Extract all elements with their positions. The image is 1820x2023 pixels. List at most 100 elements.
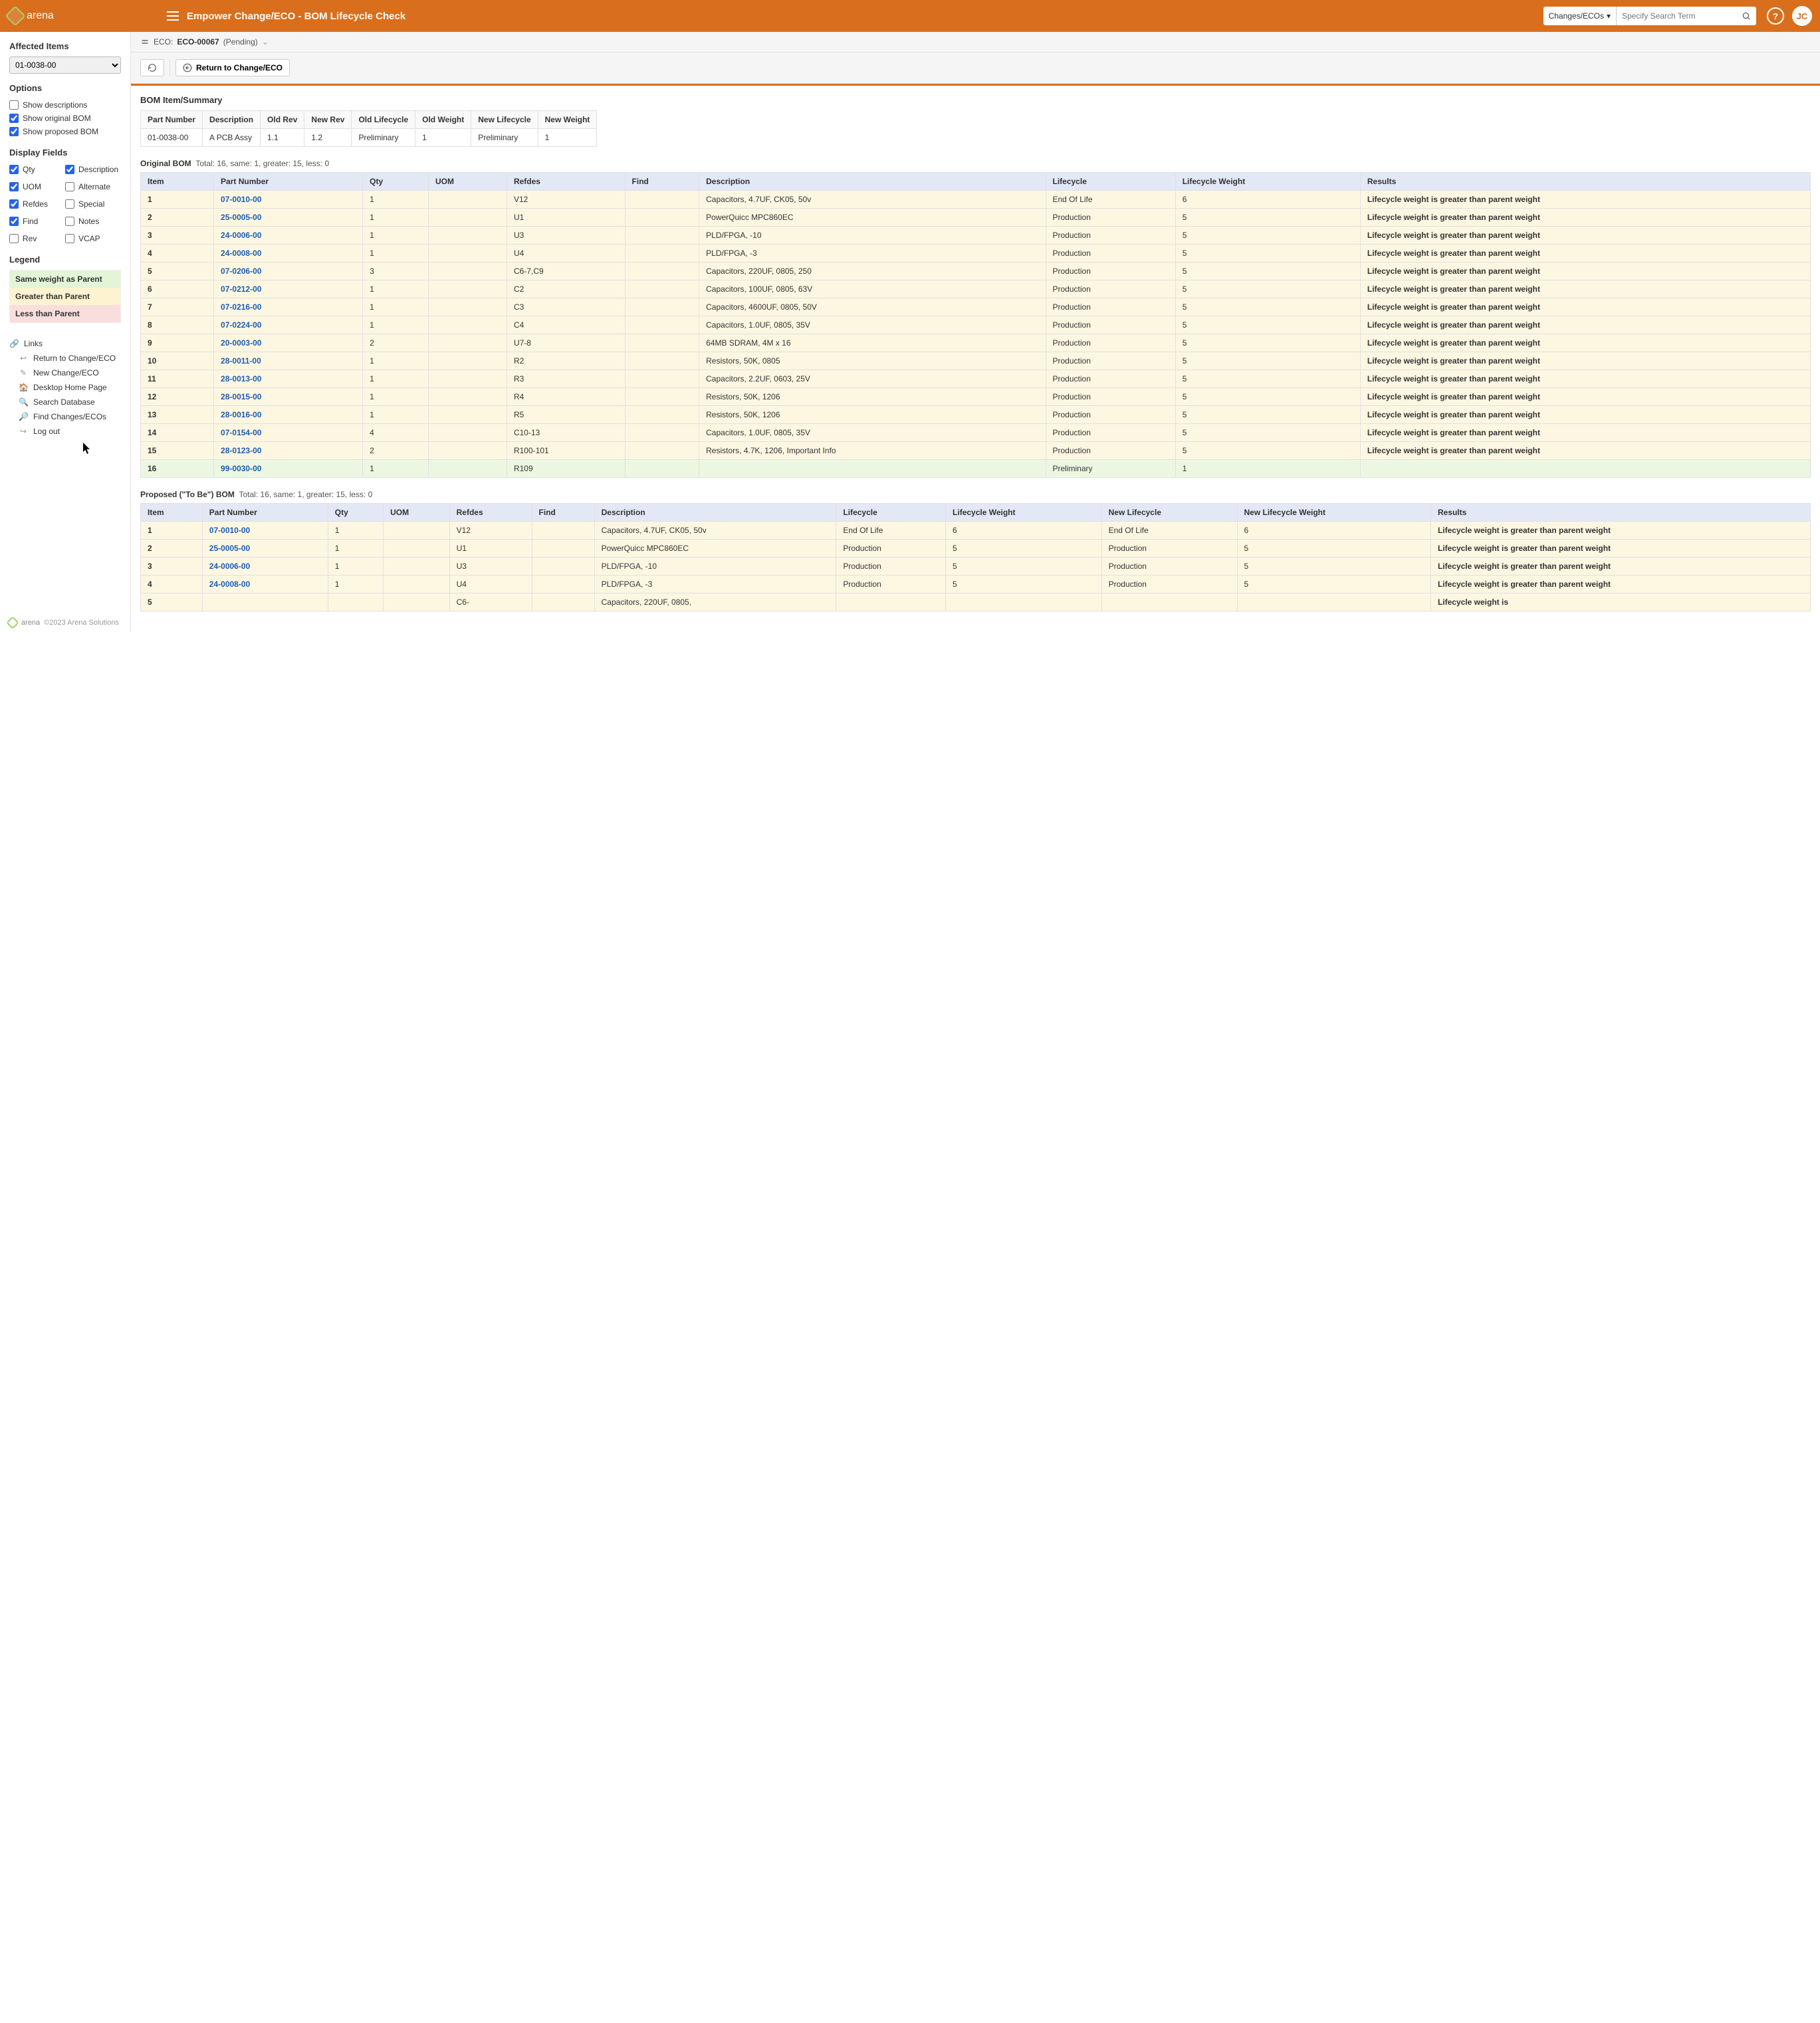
- table-row: 1128-0013-001R3Capacitors, 2.2UF, 0603, …: [141, 370, 1811, 388]
- return-button[interactable]: Return to Change/ECO: [175, 59, 290, 76]
- part-link[interactable]: 28-0123-00: [221, 446, 261, 455]
- field-alternate[interactable]: Alternate: [65, 180, 121, 193]
- legend-same: Same weight as Parent: [10, 270, 120, 288]
- link-icon: 🏠: [19, 383, 28, 392]
- part-link[interactable]: 07-0212-00: [221, 284, 261, 294]
- col-header: Description: [699, 173, 1046, 191]
- col-header: Qty: [328, 504, 383, 522]
- col-header: Item: [141, 504, 203, 522]
- sidebar: Affected Items 01-0038-00 Options Show d…: [0, 32, 131, 633]
- part-link[interactable]: 20-0003-00: [221, 338, 261, 348]
- option-show-descriptions[interactable]: Show descriptions: [9, 98, 121, 112]
- checkbox[interactable]: [9, 114, 19, 123]
- field-uom[interactable]: UOM: [9, 180, 65, 193]
- display-fields: QtyDescriptionUOMAlternateRefdesSpecialF…: [9, 163, 121, 245]
- refresh-button[interactable]: [140, 59, 164, 76]
- search-input[interactable]: [1617, 7, 1736, 25]
- col-header: UOM: [384, 504, 450, 522]
- chevron-down-icon: ▾: [1607, 11, 1611, 21]
- part-link[interactable]: 07-0224-00: [221, 320, 261, 330]
- checkbox[interactable]: [9, 182, 19, 191]
- checkbox[interactable]: [65, 199, 74, 209]
- part-link[interactable]: 07-0206-00: [221, 266, 261, 276]
- brand-logo[interactable]: arena: [8, 9, 54, 23]
- col-header: New Lifecycle: [471, 111, 538, 129]
- link-icon: 🔗: [9, 339, 19, 348]
- field-find[interactable]: Find: [9, 215, 65, 228]
- part-link[interactable]: 28-0013-00: [221, 374, 261, 383]
- checkbox[interactable]: [9, 199, 19, 209]
- part-link[interactable]: 28-0011-00: [221, 356, 261, 366]
- checkbox[interactable]: [9, 217, 19, 226]
- col-header: Refdes: [507, 173, 625, 191]
- col-header: New Rev: [304, 111, 352, 129]
- table-row: 807-0224-001C4Capacitors, 1.0UF, 0805, 3…: [141, 316, 1811, 334]
- link-icon: ↪: [19, 427, 28, 436]
- affected-item-select[interactable]: 01-0038-00: [9, 56, 121, 74]
- col-header: Part Number: [214, 173, 363, 191]
- original-bom-table: ItemPart NumberQtyUOMRefdesFindDescripti…: [140, 172, 1811, 478]
- user-avatar[interactable]: JC: [1792, 6, 1812, 26]
- search-group: Changes/ECOs ▾: [1543, 7, 1756, 25]
- part-link[interactable]: 24-0006-00: [221, 231, 261, 240]
- link-icon: 🔎: [19, 412, 28, 421]
- checkbox[interactable]: [65, 217, 74, 226]
- field-refdes[interactable]: Refdes: [9, 197, 65, 211]
- search-icon: [1742, 11, 1751, 21]
- link-return-to-change-eco[interactable]: ↩Return to Change/ECO: [19, 351, 121, 366]
- option-show-proposed-bom[interactable]: Show proposed BOM: [9, 125, 121, 138]
- part-link[interactable]: 24-0008-00: [221, 249, 261, 258]
- part-link[interactable]: 07-0216-00: [221, 302, 261, 312]
- field-rev[interactable]: Rev: [9, 232, 65, 245]
- link-log-out[interactable]: ↪Log out: [19, 424, 121, 439]
- link-icon: ✎: [19, 368, 28, 377]
- checkbox[interactable]: [9, 127, 19, 136]
- part-link[interactable]: 24-0006-00: [209, 562, 250, 571]
- table-row: 01-0038-00A PCB Assy1.11.2Preliminary1Pr…: [141, 129, 597, 147]
- hamburger-icon[interactable]: [167, 11, 179, 21]
- table-row: 225-0005-001U1PowerQuicc MPC860ECProduct…: [141, 540, 1811, 558]
- field-description[interactable]: Description: [65, 163, 121, 176]
- part-link[interactable]: 07-0010-00: [221, 195, 261, 204]
- col-header: Lifecycle: [836, 504, 946, 522]
- part-link[interactable]: 24-0008-00: [209, 580, 250, 589]
- part-link[interactable]: 28-0015-00: [221, 392, 261, 401]
- field-vcap[interactable]: VCAP: [65, 232, 121, 245]
- link-icon: ↩: [19, 354, 28, 363]
- field-special[interactable]: Special: [65, 197, 121, 211]
- col-header: Qty: [363, 173, 429, 191]
- link-new-change-eco[interactable]: ✎New Change/ECO: [19, 366, 121, 380]
- chevron-down-icon[interactable]: ⌄: [262, 37, 269, 47]
- link-search-database[interactable]: 🔍Search Database: [19, 395, 121, 409]
- part-link[interactable]: 25-0005-00: [221, 213, 261, 222]
- col-header: Refdes: [449, 504, 532, 522]
- help-button[interactable]: ?: [1767, 7, 1784, 25]
- col-header: Description: [594, 504, 836, 522]
- eco-id[interactable]: ECO-00067: [177, 37, 219, 47]
- table-row: 324-0006-001U3PLD/FPGA, -10Production5Pr…: [141, 558, 1811, 576]
- search-category-dropdown[interactable]: Changes/ECOs ▾: [1543, 7, 1617, 25]
- col-header: Lifecycle Weight: [1175, 173, 1360, 191]
- field-notes[interactable]: Notes: [65, 215, 121, 228]
- link-desktop-home-page[interactable]: 🏠Desktop Home Page: [19, 380, 121, 395]
- part-link[interactable]: 07-0154-00: [221, 428, 261, 437]
- table-row: 107-0010-001V12Capacitors, 4.7UF, CK05, …: [141, 191, 1811, 209]
- checkbox[interactable]: [65, 234, 74, 243]
- part-link[interactable]: 25-0005-00: [209, 544, 250, 553]
- legend-greater: Greater than Parent: [10, 288, 120, 305]
- field-qty[interactable]: Qty: [9, 163, 65, 176]
- link-find-changes-ecos[interactable]: 🔎Find Changes/ECOs: [19, 409, 121, 424]
- option-show-original-bom[interactable]: Show original BOM: [9, 112, 121, 125]
- checkbox[interactable]: [9, 165, 19, 174]
- part-link[interactable]: 28-0016-00: [221, 410, 261, 419]
- checkbox[interactable]: [9, 100, 19, 110]
- table-row: 324-0006-001U3PLD/FPGA, -10Production5Li…: [141, 227, 1811, 245]
- proposed-bom-header: Proposed ("To Be") BOM Total: 16, same: …: [140, 490, 1811, 499]
- part-link[interactable]: 99-0030-00: [221, 464, 261, 473]
- table-row: 507-0206-003C6-7,C9Capacitors, 220UF, 08…: [141, 263, 1811, 280]
- search-button[interactable]: [1736, 7, 1756, 25]
- checkbox[interactable]: [65, 182, 74, 191]
- checkbox[interactable]: [65, 165, 74, 174]
- checkbox[interactable]: [9, 234, 19, 243]
- part-link[interactable]: 07-0010-00: [209, 526, 250, 535]
